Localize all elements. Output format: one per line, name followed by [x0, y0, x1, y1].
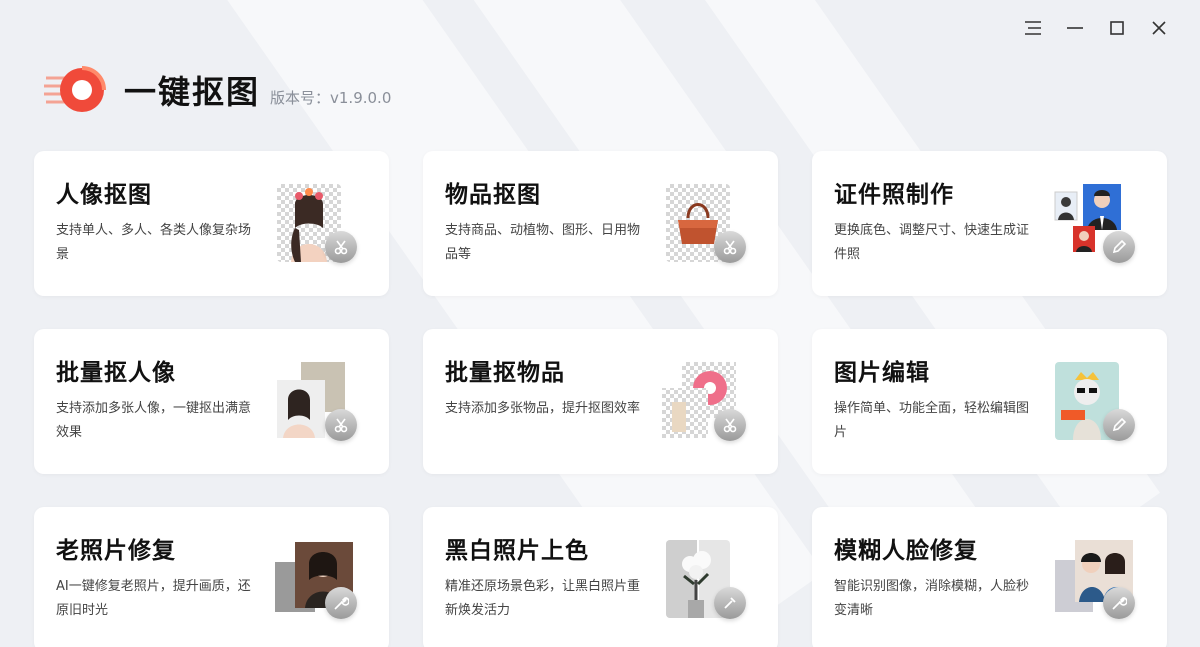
window-controls — [1012, 14, 1180, 42]
wrench-icon — [325, 587, 357, 619]
scissors-icon — [714, 409, 746, 441]
version-label: 版本号：v1.9.0.0 — [270, 88, 392, 107]
menu-icon — [1025, 21, 1041, 35]
card-batch-object[interactable]: 批量抠物品 支持添加多张物品，提升抠图效率 — [423, 329, 778, 474]
card-desc: 支持商品、动植物、图形、日用物品等 — [445, 223, 641, 262]
card-desc: 更换底色、调整尺寸、快速生成证件照 — [834, 223, 1030, 262]
app-title: 一键抠图 — [124, 73, 261, 111]
card-title: 人像抠图 — [56, 182, 152, 208]
app-logo — [44, 64, 108, 116]
card-title: 批量抠物品 — [445, 360, 565, 386]
card-desc: AI一键修复老照片，提升画质，还原旧时光 — [56, 579, 251, 618]
brush-icon — [714, 587, 746, 619]
maximize-icon — [1110, 21, 1124, 35]
card-desc: 操作简单、功能全面，轻松编辑图片 — [834, 401, 1030, 440]
pencil-icon — [1103, 231, 1135, 263]
close-button[interactable] — [1138, 14, 1180, 42]
card-title: 批量抠人像 — [56, 360, 176, 386]
logo-icon — [44, 66, 106, 112]
minimize-button[interactable] — [1054, 14, 1096, 42]
card-desc: 支持添加多张人像，一键抠出满意效果 — [56, 401, 252, 440]
scissors-icon — [325, 409, 357, 441]
wrench-icon — [1103, 587, 1135, 619]
card-blur-face-restore[interactable]: 模糊人脸修复 智能识别图像，消除模糊，人脸秒变清晰 — [812, 507, 1167, 647]
card-title: 图片编辑 — [834, 360, 930, 386]
card-old-photo-restore[interactable]: 老照片修复 AI一键修复老照片，提升画质，还原旧时光 — [34, 507, 389, 647]
card-bw-colorize[interactable]: 黑白照片上色 精准还原场景色彩，让黑白照片重新焕发活力 — [423, 507, 778, 647]
pencil-icon — [1103, 409, 1135, 441]
card-title: 模糊人脸修复 — [834, 538, 978, 564]
card-batch-portrait[interactable]: 批量抠人像 支持添加多张人像，一键抠出满意效果 — [34, 329, 389, 474]
card-title: 老照片修复 — [56, 538, 176, 564]
card-desc: 支持添加多张物品，提升抠图效率 — [445, 401, 641, 416]
minimize-icon — [1067, 27, 1083, 29]
scissors-icon — [325, 231, 357, 263]
close-icon — [1152, 21, 1166, 35]
card-desc: 精准还原场景色彩，让黑白照片重新焕发活力 — [445, 579, 641, 618]
card-desc: 智能识别图像，消除模糊，人脸秒变清晰 — [834, 579, 1030, 618]
card-title: 物品抠图 — [445, 182, 541, 208]
card-title: 证件照制作 — [834, 182, 954, 208]
maximize-button[interactable] — [1096, 14, 1138, 42]
menu-button[interactable] — [1012, 14, 1054, 42]
scissors-icon — [714, 231, 746, 263]
card-object-cutout[interactable]: 物品抠图 支持商品、动植物、图形、日用物品等 — [423, 151, 778, 296]
card-image-edit[interactable]: 图片编辑 操作简单、功能全面，轻松编辑图片 — [812, 329, 1167, 474]
card-id-photo[interactable]: 证件照制作 更换底色、调整尺寸、快速生成证件照 — [812, 151, 1167, 296]
card-title: 黑白照片上色 — [445, 538, 589, 564]
app-header: 一键抠图 版本号：v1.9.0.0 — [44, 62, 391, 118]
card-desc: 支持单人、多人、各类人像复杂场景 — [56, 223, 252, 262]
card-portrait-cutout[interactable]: 人像抠图 支持单人、多人、各类人像复杂场景 — [34, 151, 389, 296]
feature-grid: 人像抠图 支持单人、多人、各类人像复杂场景 物品抠图 支持商品、动植物、图形、日… — [34, 151, 1167, 647]
